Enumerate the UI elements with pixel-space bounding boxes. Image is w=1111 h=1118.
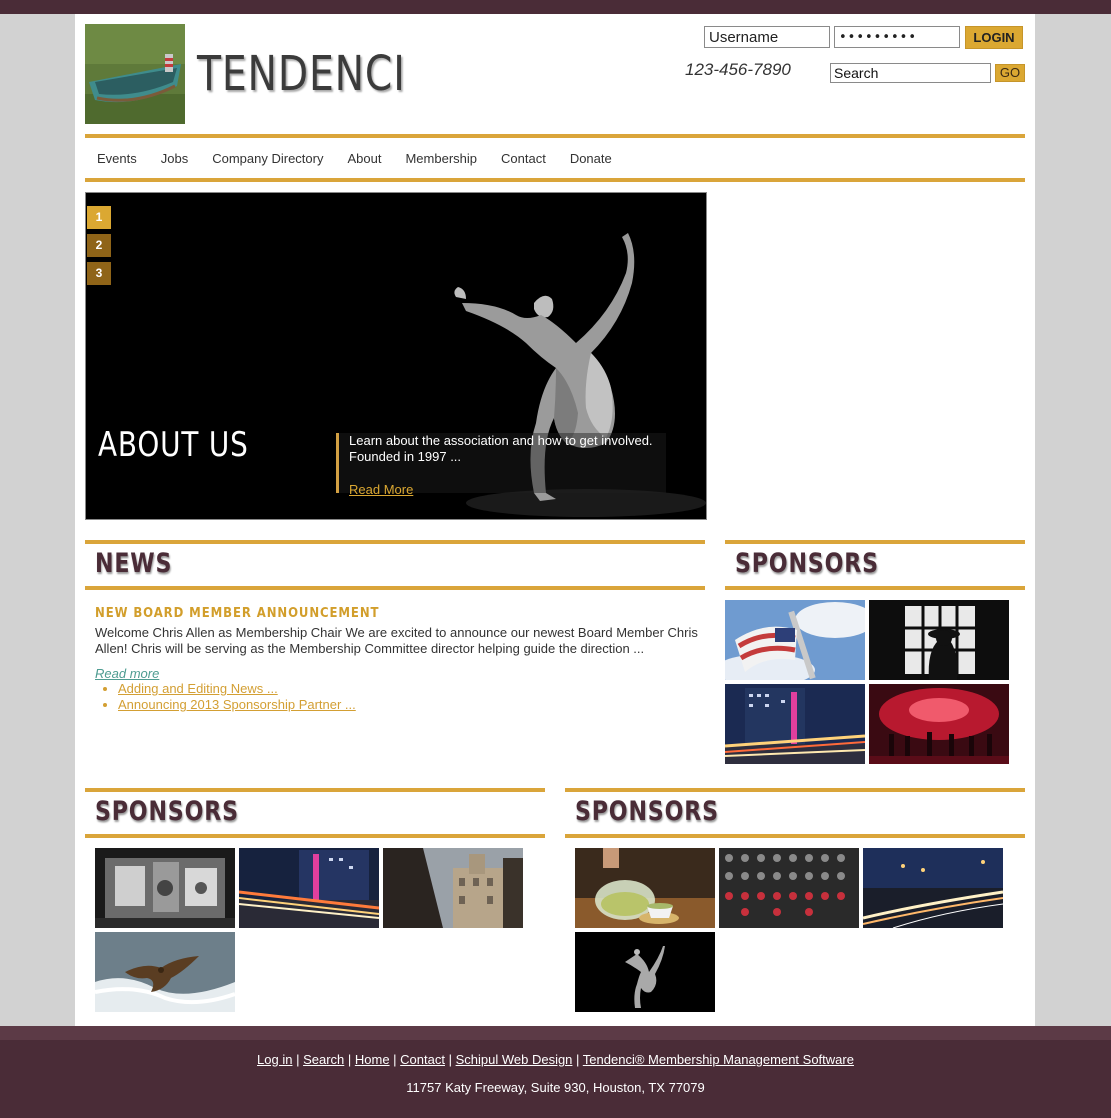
username-field[interactable]	[704, 26, 830, 48]
sponsor-image-window[interactable]	[869, 600, 1009, 680]
sponsor-image-street-lights[interactable]	[239, 848, 379, 928]
nav-item-events[interactable]: Events	[97, 151, 137, 166]
footer-link-contact[interactable]: Contact	[400, 1052, 445, 1067]
sponsor-image-lights-bokeh[interactable]	[719, 848, 859, 928]
slide-caption: Learn about the association and how to g…	[336, 433, 666, 497]
nav-item-membership[interactable]: Membership	[405, 151, 477, 166]
footer-separator: |	[292, 1052, 304, 1067]
news-top-rule	[85, 540, 705, 544]
slide-read-more-link[interactable]: Read More	[349, 482, 413, 497]
phone-number: 123-456-7890	[685, 60, 791, 79]
nav-item-donate[interactable]: Donate	[570, 151, 612, 166]
search-input[interactable]	[830, 63, 991, 83]
footer-link-search[interactable]: Search	[303, 1052, 344, 1067]
slide-number-3[interactable]: 3	[87, 262, 111, 285]
sponsor-image-highway[interactable]	[863, 848, 1003, 928]
news-read-more-link[interactable]: Read more	[95, 666, 159, 681]
sponsors-mid-top-rule	[565, 788, 1025, 792]
news-list-item: Adding and Editing News ...	[118, 681, 356, 697]
sponsor-image-red-event[interactable]	[869, 684, 1009, 764]
news-bottom-rule	[85, 586, 705, 590]
site-title[interactable]: TENDENCI	[197, 44, 406, 104]
slide-title: ABOUT US	[98, 425, 249, 465]
nav-item-jobs[interactable]: Jobs	[161, 151, 188, 166]
slide-number-2[interactable]: 2	[87, 234, 111, 257]
sponsors-mid-heading: SPONSORS	[575, 796, 719, 827]
news-article-body: Welcome Chris Allen as Membership Chair …	[95, 625, 698, 656]
nav-bottom-rule	[85, 178, 1025, 182]
sponsors-left-heading: SPONSORS	[95, 796, 239, 827]
page-container: TENDENCI LOGIN 123-456-7890 GO Events Jo…	[75, 14, 1035, 1026]
sponsor-image-machinery[interactable]	[95, 848, 235, 928]
sponsor-image-tea[interactable]	[575, 848, 715, 928]
footer-separator: |	[344, 1052, 355, 1067]
login-button[interactable]: LOGIN	[965, 26, 1023, 49]
sponsor-image-hawk[interactable]	[95, 932, 235, 1012]
footer-links: Log in | Search | Home | Contact | Schip…	[0, 1052, 1111, 1067]
news-article-title[interactable]: NEW BOARD MEMBER ANNOUNCEMENT	[95, 606, 379, 621]
news-list-item: Announcing 2013 Sponsorship Partner ...	[118, 697, 356, 713]
footer-separator: |	[572, 1052, 583, 1067]
main-nav: Events Jobs Company Directory About Memb…	[85, 138, 1025, 178]
search-go-button[interactable]: GO	[995, 64, 1025, 82]
news-list: Adding and Editing News ... Announcing 2…	[118, 681, 356, 713]
nav-item-company-directory[interactable]: Company Directory	[212, 151, 323, 166]
sponsors-mid-bottom-rule	[565, 834, 1025, 838]
footer: Log in | Search | Home | Contact | Schip…	[0, 1026, 1111, 1118]
top-bar	[0, 0, 1111, 14]
footer-link-tendenci[interactable]: Tendenci® Membership Management Software	[583, 1052, 854, 1067]
footer-link-home[interactable]: Home	[355, 1052, 390, 1067]
footer-link-login[interactable]: Log in	[257, 1052, 292, 1067]
hero-slider[interactable]: 1 2 3 ABOUT US Learn about the associati…	[85, 192, 707, 520]
sponsors-right-heading: SPONSORS	[735, 548, 879, 579]
slide-number-1[interactable]: 1	[87, 206, 111, 229]
password-field[interactable]	[834, 26, 960, 48]
logo-image[interactable]	[85, 24, 185, 124]
nav-item-about[interactable]: About	[347, 151, 381, 166]
sponsor-image-buildings[interactable]	[383, 848, 523, 928]
slide-text: Learn about the association and how to g…	[349, 433, 653, 464]
footer-link-schipul[interactable]: Schipul Web Design	[456, 1052, 573, 1067]
sponsor-image-flag[interactable]	[725, 600, 865, 680]
footer-separator: |	[389, 1052, 401, 1067]
footer-separator: |	[444, 1052, 456, 1067]
sponsors-left-bottom-rule	[85, 834, 545, 838]
footer-address: 11757 Katy Freeway, Suite 930, Houston, …	[406, 1080, 705, 1095]
footer-strip	[0, 1026, 1111, 1040]
sponsor-image-city-night[interactable]	[725, 684, 865, 764]
sponsor-image-dancer[interactable]	[575, 932, 715, 1012]
news-heading: NEWS	[95, 548, 173, 579]
sponsors-left-top-rule	[85, 788, 545, 792]
news-link[interactable]: Adding and Editing News ...	[118, 681, 278, 696]
sponsors-right-bottom-rule	[725, 586, 1025, 590]
nav-item-contact[interactable]: Contact	[501, 151, 546, 166]
news-link[interactable]: Announcing 2013 Sponsorship Partner ...	[118, 697, 356, 712]
sponsors-right-top-rule	[725, 540, 1025, 544]
